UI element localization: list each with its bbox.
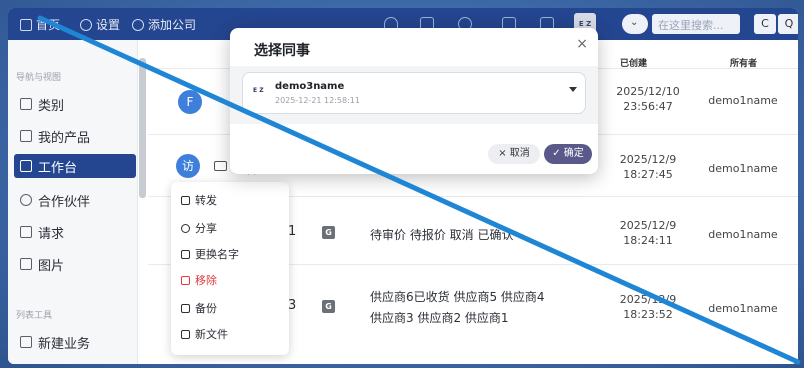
owner-name: demo1name (708, 94, 778, 107)
partners-icon (20, 194, 32, 206)
settings-label: 设置 (96, 18, 121, 32)
settings-link[interactable]: 设置 (80, 16, 120, 33)
sidebar-item-categories[interactable]: 类别 (14, 92, 136, 116)
owner-name: demo1name (708, 162, 778, 175)
sidebar-section-nav: 导航与视图 (16, 73, 62, 83)
created-date: 2025/12/9 18:23:52 (619, 293, 677, 321)
search-input[interactable]: 在这里搜索... (652, 14, 740, 34)
sidebar-scrollbar[interactable] (139, 58, 146, 198)
sidebar-item-label: 类别 (38, 98, 65, 114)
sidebar-item-partners[interactable]: 合作伙伴 (14, 188, 136, 212)
workbench-icon (20, 160, 32, 172)
menu-item-share[interactable]: 分享 (181, 218, 217, 238)
dialog-title: 选择同事 (254, 43, 310, 59)
image-icon (20, 258, 32, 270)
forward-icon (181, 195, 190, 205)
backup-icon (181, 303, 190, 313)
sidebar-item-label: 图片 (38, 258, 65, 274)
request-status[interactable]: 供应商3 供应商2 供应商1 (370, 309, 509, 326)
home-icon (20, 18, 32, 31)
menu-item-forward[interactable]: 转发 (181, 190, 217, 210)
close-icon[interactable]: × (576, 36, 588, 52)
sidebar-item-label: 请求 (38, 226, 65, 242)
company-dropdown[interactable]: ⌄ (622, 14, 648, 34)
context-menu: 转发 分享 更换名字 移除 备份 新文件 (171, 182, 289, 355)
created-date: 2025/12/10 23:56:47 (616, 85, 680, 113)
list-icon (20, 226, 32, 238)
owner-name: demo1name (708, 228, 778, 241)
menu-item-backup[interactable]: 备份 (181, 298, 217, 318)
created-date: 2025/12/9 18:27:45 (619, 153, 677, 181)
new-file-icon (20, 336, 32, 348)
list-icon (20, 98, 32, 110)
cancel-button[interactable]: × 取消 (488, 144, 540, 164)
sidebar-section-tools: 列表工具 (16, 311, 53, 321)
row-title[interactable]: 1 (288, 224, 296, 239)
owner-name: demo1name (708, 302, 778, 315)
home-link[interactable]: 首页 (20, 16, 60, 33)
chevron-down-icon: ⌄ (630, 17, 639, 28)
row-title[interactable]: 3 (288, 298, 296, 313)
gear-icon (80, 18, 92, 31)
add-company-link[interactable]: 添加公司 (132, 16, 196, 33)
group-badge: G (322, 300, 335, 313)
select-colleague-dialog: 选择同事 × E Z demo3name 2025-12-21 12:58:11… (230, 28, 598, 174)
user-add-icon (132, 18, 144, 31)
created-date: 2025/12/9 18:24:11 (619, 219, 677, 247)
selected-colleague-time: 2025-12-21 12:58:11 (275, 96, 360, 105)
sidebar-item-requests[interactable]: 请求 (14, 220, 136, 244)
menu-item-new-file[interactable]: 新文件 (181, 324, 228, 344)
sidebar-item-label: 合作伙伴 (38, 194, 91, 210)
folder-icon (214, 161, 227, 171)
sidebar-item-images[interactable]: 图片 (14, 252, 136, 276)
sidebar: 导航与视图 类别 我的产品 工作台 合作伙伴 请求 图片 列表工具 新建业务 (8, 40, 138, 364)
avatar[interactable]: 访 (176, 154, 200, 178)
menu-item-rename[interactable]: 更换名字 (181, 244, 239, 264)
home-label: 首页 (36, 18, 61, 32)
sidebar-item-workbench[interactable]: 工作台 (14, 154, 136, 178)
new-business-label: 新建业务 (38, 336, 91, 352)
request-status[interactable]: 待审价 待报价 取消 已确认 (370, 226, 513, 243)
colleague-select[interactable]: E Z demo3name 2025-12-21 12:58:11 (242, 72, 586, 114)
refresh-button[interactable]: C (754, 14, 776, 34)
new-business-button[interactable]: 新建业务 (14, 330, 136, 354)
sidebar-item-my-products[interactable]: 我的产品 (14, 124, 136, 148)
company-logo-icon: E Z (253, 87, 264, 94)
add-company-label: 添加公司 (148, 18, 197, 32)
menu-item-remove[interactable]: 移除 (181, 270, 217, 290)
avatar[interactable]: F (178, 90, 202, 114)
list-icon (20, 130, 32, 142)
new-file-icon (181, 329, 190, 339)
request-status[interactable]: 供应商6已收货 供应商5 供应商4 (370, 288, 545, 305)
sidebar-item-label: 我的产品 (38, 130, 91, 146)
trash-icon (181, 275, 190, 285)
group-badge: G (322, 226, 335, 239)
confirm-button[interactable]: ✓ 确定 (544, 144, 592, 164)
share-icon (181, 223, 190, 233)
sidebar-item-label: 工作台 (38, 160, 78, 176)
app-window: 首页 设置 添加公司 E Z ⌄ 在这里搜索... C Q 导航与视图 类别 我… (8, 8, 798, 364)
edit-icon (181, 249, 190, 259)
caret-down-icon (569, 87, 577, 92)
selected-colleague-name: demo3name (275, 81, 345, 92)
search-button[interactable]: Q (778, 14, 798, 34)
